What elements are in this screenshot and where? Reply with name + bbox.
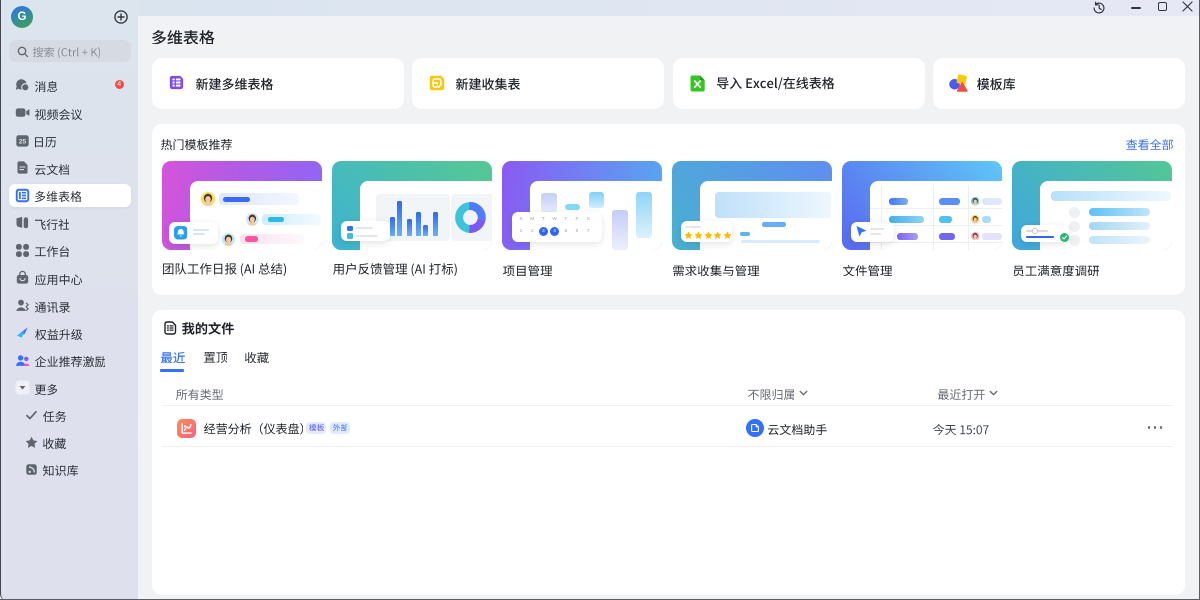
svg-text:25: 25 xyxy=(18,138,26,145)
